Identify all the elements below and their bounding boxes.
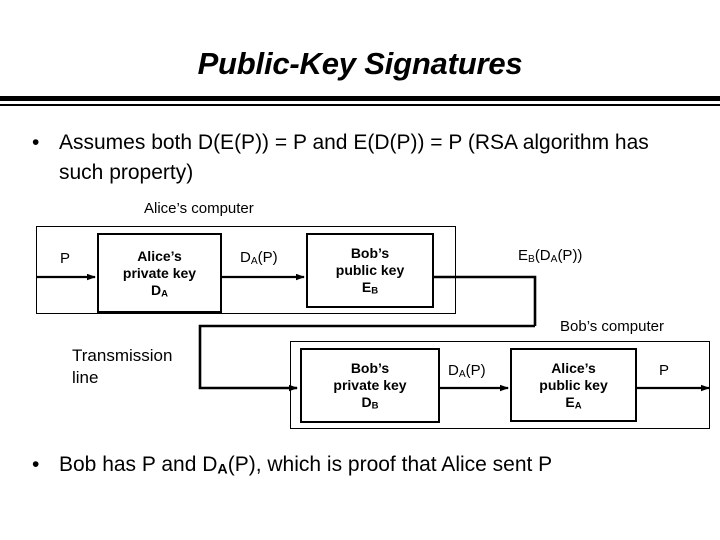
box-bob-private-key-symbol: D [361,394,372,410]
box-alice-private-key-line3: DA [151,282,168,299]
box-bob-private-key-line2: private key [333,377,407,393]
label-da-p-bottom-base: D [448,362,459,379]
transmission-line-label: Transmission line [72,345,172,389]
box-bob-public-key: Bob’s public key EB [306,233,434,308]
box-bob-private-key: Bob’s private key DB [300,348,440,423]
box-alice-private-key-subscript: A [161,288,168,300]
box-alice-public-key: Alice’s public key EA [510,348,637,422]
path-bob-public-to-transmission [434,275,537,326]
box-alice-private-key-line1: Alice’s [137,247,182,264]
alice-computer-label: Alice’s computer [144,200,254,217]
header-rule-thin [0,104,720,106]
bullet-text-2-tail: (P), which is proof that Alice sent P [227,453,553,476]
transmission-line-label-line1: Transmission [72,346,173,365]
box-alice-private-key-symbol: D [151,281,162,298]
path-transmission-to-bob-private [198,324,535,392]
bob-computer-label: Bob’s computer [560,318,664,335]
box-alice-public-key-subscript: A [574,400,582,412]
box-alice-private-key: Alice’s private key DA [97,233,222,313]
box-bob-public-key-line3: EB [362,279,378,296]
box-bob-private-key-line1: Bob’s [350,360,390,376]
transmission-line-label-line2: line [72,368,99,387]
box-alice-public-key-line3: EA [565,394,581,411]
box-bob-public-key-line2: public key [335,262,405,278]
box-bob-private-key-subscript: B [371,400,379,412]
box-bob-public-key-subscript: B [371,285,379,297]
box-alice-private-key-line2: private key [122,264,197,281]
bob-computer-boundary [290,341,710,429]
box-bob-public-key-symbol: E [361,279,372,295]
label-eb-da-p-tail: (P)) [557,247,583,264]
label-eb-da-p-sub2: A [550,253,558,265]
box-alice-public-key-line2: public key [539,376,608,393]
box-bob-public-key-line1: Bob’s [350,245,390,261]
bullet-item-1: • Assumes both D(E(P)) = P and E(D(P)) =… [32,128,692,188]
label-da-p-top: DA(P) [240,249,278,267]
bullet-marker: • [32,453,40,476]
bullet-text-2-subscript: A [217,461,228,478]
label-da-p-bottom-sub: A [458,368,466,380]
label-da-p-top-tail: (P) [257,249,278,266]
header-rule-thick [0,96,720,101]
label-eb-da-p-base: E [518,247,529,264]
label-eb-da-p-mid: (D [534,247,551,264]
page-title: Public-Key Signatures [197,46,523,81]
bullet-text-2: Bob has P and DA(P), which is proof that… [59,450,702,480]
bullet-text-2-head: Bob has P and D [59,453,218,476]
label-da-p-bottom-tail: (P) [465,362,486,379]
bullet-item-2: • Bob has P and DA(P), which is proof th… [32,450,702,480]
label-da-p-top-base: D [240,249,251,266]
box-bob-private-key-line3: DB [362,394,379,411]
label-p-input: P [60,250,71,267]
label-eb-da-p: EB(DA(P)) [518,247,582,265]
bullet-marker: • [32,131,40,154]
box-alice-public-key-line1: Alice’s [551,359,596,376]
label-p-output: P [659,362,670,379]
label-da-p-top-sub: A [250,255,258,267]
box-alice-public-key-symbol: E [565,393,575,410]
label-eb-da-p-sub1: B [528,253,535,265]
bullet-text-1: Assumes both D(E(P)) = P and E(D(P)) = P… [59,131,649,184]
label-da-p-bottom: DA(P) [448,362,486,380]
alice-computer-boundary [36,226,456,314]
